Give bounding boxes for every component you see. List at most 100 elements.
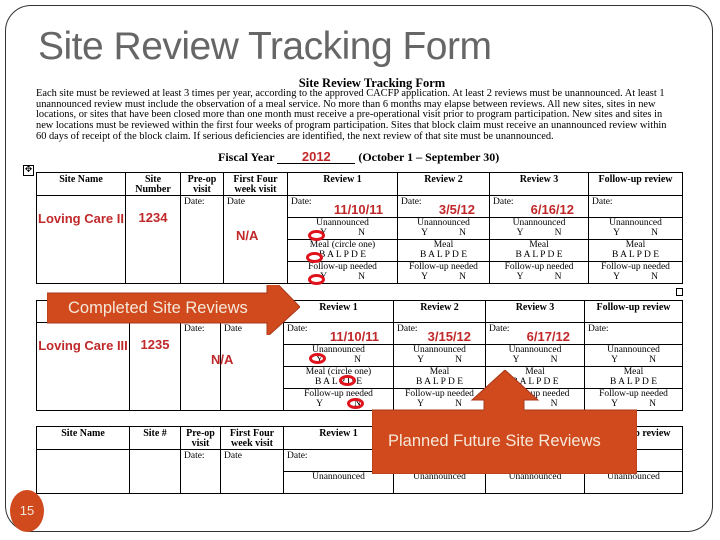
followup-unannounced[interactable]: Unannounced Y N xyxy=(588,217,683,240)
header-site-name: Site Name xyxy=(36,426,130,450)
preop-date-label: Date: xyxy=(184,451,205,461)
yes-option[interactable]: Y xyxy=(501,272,539,282)
review-3-unannounced[interactable]: Unannounced Y N xyxy=(485,344,585,367)
meal-codes[interactable]: B A L P D E xyxy=(589,250,682,260)
yes-option[interactable]: Y xyxy=(596,355,634,365)
review-3-date-cell[interactable]: Date: 6/16/12 xyxy=(489,195,589,218)
first-four-cell[interactable]: Date xyxy=(220,449,284,494)
followup-unannounced[interactable]: Unannounced Y N xyxy=(584,344,683,367)
fiscal-year-range: (October 1 – September 30) xyxy=(358,150,500,164)
no-option[interactable]: N xyxy=(539,272,577,282)
review-3-meal[interactable]: Meal B A L P D E xyxy=(489,239,589,262)
meal-label: Meal xyxy=(625,240,646,250)
circle-mark-unannounced-y xyxy=(309,353,326,364)
header-first-four-week: First Four week visit xyxy=(220,426,284,450)
review-3-date: 6/16/12 xyxy=(530,202,574,217)
no-option[interactable]: N xyxy=(636,272,674,282)
table-move-handle-icon[interactable]: ✥ xyxy=(23,165,34,176)
review-2-followup[interactable]: Follow-up needed Y N xyxy=(397,261,490,284)
review-3-unannounced[interactable]: Unannounced Y N xyxy=(489,217,589,240)
followup-date-cell[interactable]: Date: xyxy=(588,195,683,218)
yes-option[interactable]: Y xyxy=(406,228,444,238)
header-review-2: Review 2 xyxy=(397,172,490,196)
review-1-unannounced[interactable]: Unannounced Y N xyxy=(287,217,398,240)
date-label: Date: xyxy=(291,197,312,207)
no-option[interactable]: N xyxy=(339,355,377,365)
review-2-date-cell[interactable]: Date: 3/5/12 xyxy=(397,195,490,218)
unannounced-label: Unannounced xyxy=(508,345,562,355)
preop-visit-cell[interactable]: Date: xyxy=(180,195,224,284)
no-option[interactable]: N xyxy=(444,272,482,282)
fiscal-year-value[interactable]: 2012 xyxy=(277,150,356,164)
review-2-meal[interactable]: Meal B A L P D E xyxy=(397,239,490,262)
site-name-value[interactable]: Loving Care III xyxy=(36,322,130,411)
site-number-value[interactable]: 1235 xyxy=(129,322,181,411)
followup-needed-label: Follow-up needed xyxy=(308,262,377,272)
review-1-meal[interactable]: Meal (circle one) B A L P D E xyxy=(287,239,398,262)
no-option[interactable]: N xyxy=(444,228,482,238)
review-2-unannounced[interactable]: Unannounced Y N xyxy=(393,344,486,367)
meal-codes[interactable]: B A L P D E xyxy=(398,250,489,260)
header-review-1: Review 1 xyxy=(283,300,394,323)
followup-needed-label: Follow-up needed xyxy=(601,262,670,272)
review-2-date: 3/5/12 xyxy=(438,202,475,217)
meal-label: Meal xyxy=(433,240,454,250)
header-followup-review: Follow-up review xyxy=(588,172,683,196)
yes-option[interactable]: Y xyxy=(402,355,440,365)
followup-unannounced[interactable]: Unannounced xyxy=(584,471,683,494)
review-table-1: Site Name Site Number Pre-op visit First… xyxy=(36,172,683,284)
yes-option[interactable]: Y xyxy=(501,228,539,238)
no-option[interactable]: N xyxy=(634,399,672,409)
fiscal-year-label: Fiscal Year xyxy=(218,150,275,164)
no-option[interactable]: N xyxy=(539,228,577,238)
header-review-3: Review 3 xyxy=(485,300,585,323)
preop-visit-cell[interactable]: Date: xyxy=(180,449,221,494)
review-1-followup[interactable]: Follow-up needed Y N xyxy=(287,261,398,284)
review-2-unannounced[interactable]: Unannounced xyxy=(393,471,486,494)
review-3-date-cell[interactable]: Date: 6/17/12 xyxy=(485,322,585,345)
meal-codes[interactable]: B A L P D E xyxy=(490,250,588,260)
no-option[interactable]: N xyxy=(636,228,674,238)
no-option[interactable]: N xyxy=(440,355,478,365)
no-option[interactable]: N xyxy=(343,272,381,282)
yes-option[interactable]: Y xyxy=(497,355,535,365)
site-name-value[interactable]: Loving Care II xyxy=(36,195,126,284)
no-option[interactable]: N xyxy=(634,355,672,365)
yes-option[interactable]: Y xyxy=(406,272,444,282)
followup-followup[interactable]: Follow-up needed Y N xyxy=(588,261,683,284)
review-1-date-cell[interactable]: Date: 11/10/11 xyxy=(283,322,394,345)
header-review-2: Review 2 xyxy=(393,300,486,323)
first-four-date-label: Date xyxy=(227,197,245,207)
circle-mark-meal-p xyxy=(339,375,356,386)
site-number-cell[interactable] xyxy=(129,449,181,494)
meal-codes[interactable]: B A L P D E xyxy=(288,250,397,260)
review-2-date-cell[interactable]: Date: 3/15/12 xyxy=(393,322,486,345)
yes-option[interactable]: Y xyxy=(301,399,339,409)
review-3-followup[interactable]: Follow-up neededYN xyxy=(489,261,589,284)
completed-reviews-label: Completed Site Reviews xyxy=(68,299,248,317)
circle-mark-meal-b xyxy=(306,252,323,263)
review-1-unannounced[interactable]: Unannounced Y N xyxy=(283,344,394,367)
review-1-unannounced[interactable]: Unannounced xyxy=(283,471,394,494)
header-review-3: Review 3 xyxy=(489,172,589,196)
form-instructions: Each site must be reviewed at least 3 ti… xyxy=(36,88,667,142)
followup-date-cell[interactable]: Date: xyxy=(584,322,683,345)
yes-option[interactable]: Y xyxy=(598,272,636,282)
site-number-value[interactable]: 1234 xyxy=(125,195,181,284)
review-3-unannounced[interactable]: Unannounced xyxy=(485,471,585,494)
date-label: Date: xyxy=(397,324,418,334)
planned-reviews-label: Planned Future Site Reviews xyxy=(388,432,601,450)
planned-reviews-arrow xyxy=(372,370,637,474)
date-label: Date: xyxy=(489,324,510,334)
circle-mark-unannounced-y xyxy=(308,230,325,241)
review-2-unannounced[interactable]: Unannounced Y N xyxy=(397,217,490,240)
meal-label: Meal xyxy=(529,240,549,250)
site-name-cell[interactable] xyxy=(36,449,130,494)
no-option[interactable]: N xyxy=(535,355,573,365)
no-option[interactable]: N xyxy=(343,228,381,238)
review-1-date-cell[interactable]: Date: 11/10/11 xyxy=(287,195,398,218)
first-four-date-label: Date xyxy=(224,451,242,461)
table-resize-handle-icon[interactable] xyxy=(676,288,683,296)
yes-option[interactable]: Y xyxy=(598,228,636,238)
followup-meal[interactable]: Meal B A L P D E xyxy=(588,239,683,262)
